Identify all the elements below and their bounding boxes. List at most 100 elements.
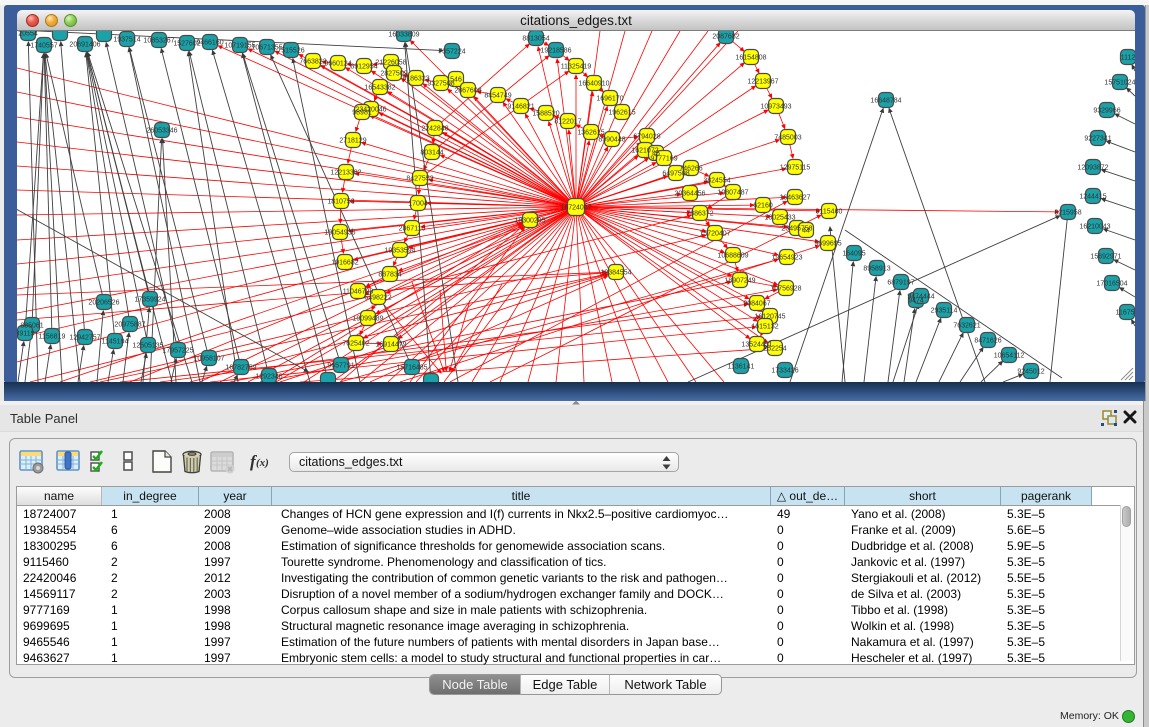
svg-text:7886372: 7886372 (686, 211, 713, 218)
svg-text:18300295: 18300295 (514, 218, 545, 225)
svg-text:2867110: 2867110 (399, 226, 426, 233)
svg-text:7515526: 7515526 (277, 48, 304, 55)
svg-text:9227341: 9227341 (1084, 136, 1111, 143)
svg-text:1740557: 1740557 (30, 43, 57, 50)
svg-text:252254: 252254 (763, 346, 786, 353)
svg-text:9146821: 9146821 (507, 104, 534, 111)
svg-text:10025433: 10025433 (764, 215, 795, 222)
svg-text:20554: 20554 (18, 31, 38, 38)
svg-text:16543382: 16543382 (364, 85, 395, 92)
svg-text:15692971: 15692971 (1090, 254, 1121, 261)
svg-text:1588520: 1588520 (532, 111, 559, 118)
svg-text:2087682: 2087682 (712, 34, 739, 41)
svg-text:1156819: 1156819 (39, 334, 66, 341)
svg-text:1733426: 1733426 (771, 368, 798, 375)
svg-text:9115460: 9115460 (816, 209, 843, 216)
svg-text:10973493: 10973493 (760, 104, 791, 111)
svg-text:19099489: 19099489 (352, 316, 383, 323)
svg-text:885061: 885061 (20, 323, 43, 330)
svg-text:39119: 39119 (17, 331, 35, 338)
svg-text:1145194: 1145194 (102, 339, 129, 346)
svg-text:7632621: 7632621 (953, 323, 980, 330)
svg-text:10688609: 10688609 (717, 253, 748, 260)
svg-text:10756928: 10756928 (770, 286, 801, 293)
svg-text:11325419: 11325419 (561, 64, 592, 71)
svg-text:2867608: 2867608 (454, 88, 481, 95)
svg-text:9474444: 9474444 (907, 294, 934, 301)
svg-text:16210043: 16210043 (1079, 224, 1110, 231)
svg-text:12975115: 12975115 (780, 165, 811, 172)
svg-text:12093872: 12093872 (1077, 165, 1108, 172)
svg-text:9657791: 9657791 (327, 363, 354, 370)
svg-text:8215958: 8215958 (1054, 210, 1081, 217)
svg-text:17957225: 17957225 (162, 348, 193, 355)
svg-text:10853267: 10853267 (143, 38, 174, 45)
svg-text:15716485: 15716485 (396, 365, 427, 372)
svg-text:1916682: 1916682 (331, 260, 358, 267)
svg-text:116753: 116753 (1116, 310, 1135, 317)
svg-text:1136141: 1136141 (728, 364, 755, 371)
svg-text:16648784: 16648784 (870, 98, 901, 105)
svg-text:62160: 62160 (753, 203, 773, 210)
svg-text:8912954: 8912954 (350, 64, 377, 71)
svg-text:7485003: 7485003 (774, 135, 801, 142)
svg-text:1937514: 1937514 (113, 37, 140, 44)
svg-text:887834: 887834 (378, 272, 401, 279)
svg-text:20206526: 20206526 (88, 300, 119, 307)
svg-text:19218586: 19218586 (540, 48, 571, 55)
svg-text:1696170: 1696170 (596, 96, 623, 103)
svg-text:8958913: 8958913 (863, 266, 890, 273)
svg-text:17359924: 17359924 (134, 297, 165, 304)
svg-text:2718129: 2718129 (339, 138, 366, 145)
svg-text:8813054: 8813054 (522, 36, 549, 43)
svg-text:16914479: 16914479 (375, 342, 406, 349)
svg-text:12213382: 12213382 (330, 170, 361, 177)
svg-text:12942757: 12942757 (69, 335, 100, 342)
svg-text:18907249: 18907249 (724, 278, 755, 285)
svg-text:10807487: 10807487 (717, 190, 748, 197)
svg-text:18724007: 18724007 (560, 205, 591, 212)
svg-text:9466160: 9466160 (196, 40, 223, 47)
svg-text:98981: 98981 (352, 110, 372, 117)
svg-text:9329966: 9329966 (1093, 108, 1120, 115)
svg-text:8454749: 8454749 (484, 93, 511, 100)
svg-text:6879197: 6879197 (887, 280, 914, 287)
svg-text:6794028: 6794028 (633, 134, 660, 141)
svg-text:3824554: 3824554 (703, 178, 730, 185)
svg-text:1615132: 1615132 (751, 324, 778, 331)
svg-text:9660124: 9660124 (324, 61, 351, 68)
svg-text:20691406: 20691406 (69, 42, 100, 49)
svg-text:803144: 803144 (420, 150, 443, 157)
svg-text:12213967: 12213967 (747, 79, 778, 86)
svg-text:8471626: 8471626 (974, 338, 1001, 345)
svg-text:7625402: 7625402 (342, 341, 369, 348)
svg-text:17016504: 17016504 (1096, 281, 1127, 288)
svg-text:2935114: 2935114 (931, 308, 958, 315)
svg-text:5498222: 5498222 (364, 295, 391, 302)
svg-text:9245012: 9245012 (1017, 369, 1044, 376)
svg-text:1112: 1112 (1121, 55, 1135, 62)
svg-text:746266: 746266 (679, 166, 702, 173)
svg-text:1810753: 1810753 (327, 199, 354, 206)
svg-text:9777169: 9777169 (650, 156, 677, 163)
svg-text:12505135: 12505135 (132, 343, 163, 350)
svg-text:21226058: 21226058 (375, 60, 406, 67)
svg-text:19353594: 19353594 (384, 248, 415, 255)
svg-text:546: 546 (450, 77, 462, 84)
svg-text:8186323: 8186323 (402, 76, 429, 83)
svg-text:16640910: 16640910 (578, 81, 609, 88)
svg-text:19384554: 19384554 (600, 270, 631, 277)
svg-text:9084067: 9084067 (743, 301, 770, 308)
svg-text:16120745: 16120745 (754, 314, 785, 321)
svg-text:1244415: 1244415 (1079, 194, 1106, 201)
svg-text:16033809: 16033809 (388, 32, 419, 39)
svg-text:9699695: 9699695 (814, 241, 841, 248)
svg-text:2242848: 2242848 (421, 126, 448, 133)
svg-text:15751024: 15751024 (1104, 80, 1135, 87)
svg-text:16154808: 16154808 (735, 55, 766, 62)
svg-text:19054935: 19054935 (324, 230, 355, 237)
svg-text:19654923: 19654923 (771, 255, 802, 262)
svg-text:1962615: 1962615 (608, 110, 635, 117)
svg-text:26053346: 26053346 (146, 128, 177, 135)
svg-text:16463627: 16463627 (779, 195, 810, 202)
